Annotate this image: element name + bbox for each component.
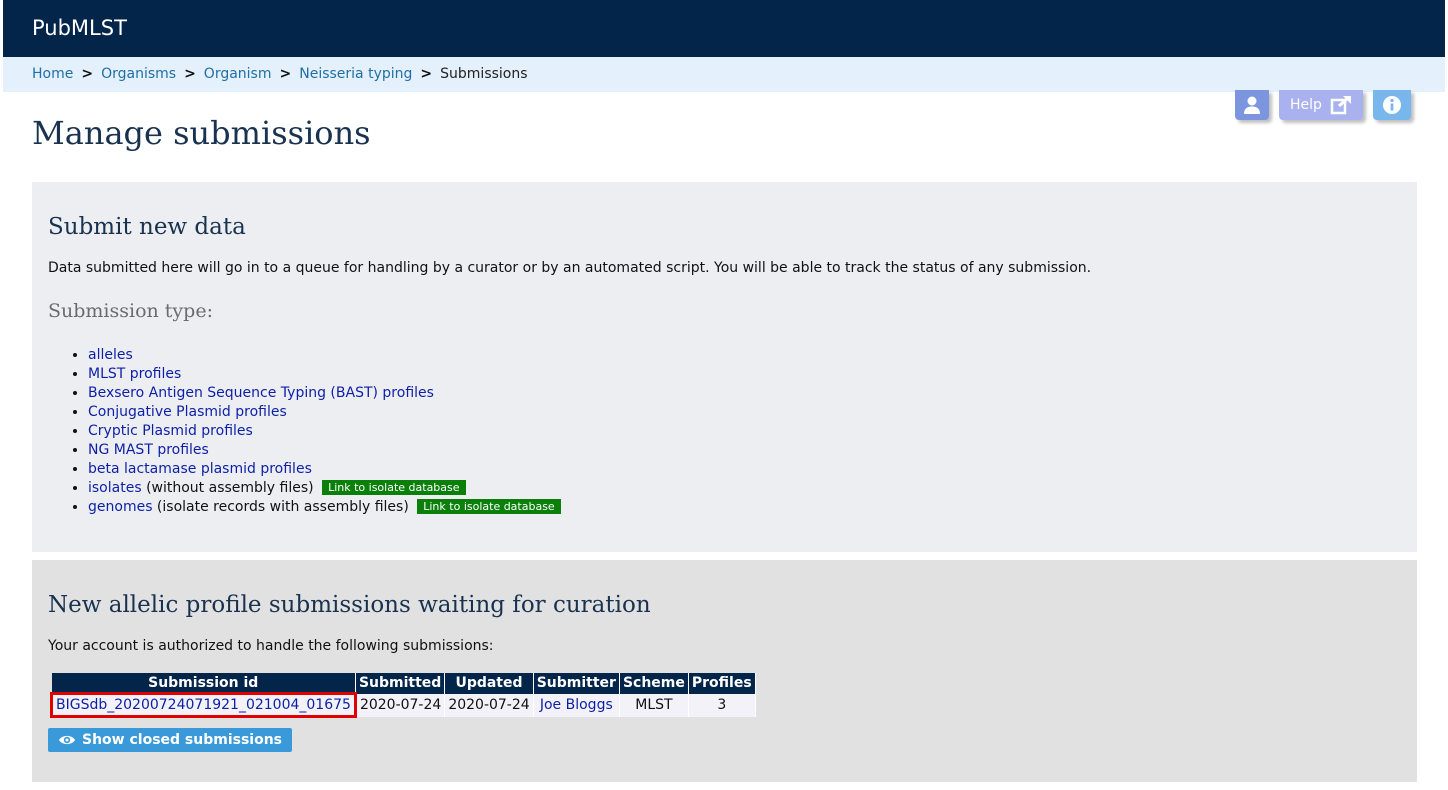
type-note: (isolate records with assembly files) <box>152 499 409 515</box>
type-link-conjugative[interactable]: Conjugative Plasmid profiles <box>88 404 287 420</box>
list-item: Bexsero Antigen Sequence Typing (BAST) p… <box>88 384 561 403</box>
updated-cell: 2020-07-24 <box>444 693 534 717</box>
column-header: Submission id <box>51 673 356 694</box>
pending-submissions-panel: New allelic profile submissions waiting … <box>32 560 1417 782</box>
external-link-icon <box>1330 95 1351 115</box>
submission-id-link[interactable]: BIGSdb_20200724071921_021004_01675 <box>56 697 351 713</box>
toolbar: Help <box>1235 90 1411 120</box>
account-button[interactable] <box>1235 90 1269 120</box>
column-header: Submitted <box>355 673 446 694</box>
breadcrumb: Home > Organisms > Organism > Neisseria typing… <box>3 57 1445 92</box>
scheme-cell: MLST <box>619 693 689 717</box>
submissions-table: Submission id Submitted Updated Submitte… <box>50 673 756 718</box>
type-link-cryptic[interactable]: Cryptic Plasmid profiles <box>88 423 253 439</box>
submitted-cell: 2020-07-24 <box>355 693 446 717</box>
info-icon <box>1383 96 1401 114</box>
submission-type-heading: Submission type: <box>48 300 213 322</box>
help-button[interactable]: Help <box>1279 90 1363 120</box>
submitter-cell: Joe Bloggs <box>533 693 620 717</box>
site-header: PubMLST <box>3 0 1445 57</box>
type-link-ngmast[interactable]: NG MAST profiles <box>88 442 209 458</box>
column-header: Updated <box>444 673 534 694</box>
list-item: Conjugative Plasmid profiles <box>88 403 561 422</box>
pending-description: Your account is authorized to handle the… <box>48 638 494 654</box>
type-link-bast[interactable]: Bexsero Antigen Sequence Typing (BAST) p… <box>88 385 434 401</box>
breadcrumb-separator: > <box>81 66 94 82</box>
page-title: Manage submissions <box>32 114 371 152</box>
submit-new-data-panel: Submit new data Data submitted here will… <box>32 182 1417 552</box>
column-header: Profiles <box>688 673 756 694</box>
column-header: Submitter <box>533 673 620 694</box>
list-item: alleles <box>88 346 561 365</box>
type-link-beta-lactamase[interactable]: beta lactamase plasmid profiles <box>88 461 312 477</box>
submitter-link[interactable]: Joe Bloggs <box>540 697 613 713</box>
column-header: Scheme <box>619 673 689 694</box>
type-link-alleles[interactable]: alleles <box>88 347 133 363</box>
pending-heading: New allelic profile submissions waiting … <box>48 592 651 618</box>
table-header-row: Submission id Submitted Updated Submitte… <box>51 673 756 694</box>
site-title[interactable]: PubMLST <box>32 16 127 40</box>
submit-description: Data submitted here will go in to a queu… <box>48 260 1092 276</box>
submission-type-list: alleles MLST profiles Bexsero Antigen Se… <box>48 346 561 517</box>
list-item: beta lactamase plasmid profiles <box>88 460 561 479</box>
user-icon <box>1244 96 1260 114</box>
type-note: (without assembly files) <box>141 480 314 496</box>
info-button[interactable] <box>1373 90 1411 120</box>
isolate-db-link[interactable]: Link to isolate database <box>322 480 466 495</box>
breadcrumb-separator: > <box>420 66 433 82</box>
breadcrumb-organisms[interactable]: Organisms <box>101 66 176 82</box>
breadcrumb-current: Submissions <box>440 66 528 82</box>
type-link-mlst[interactable]: MLST profiles <box>88 366 181 382</box>
table-row: BIGSdb_20200724071921_021004_01675 2020-… <box>50 692 756 718</box>
breadcrumb-separator: > <box>279 66 292 82</box>
eye-icon <box>59 735 75 745</box>
help-label: Help <box>1290 97 1322 113</box>
submit-heading: Submit new data <box>48 214 246 240</box>
breadcrumb-home[interactable]: Home <box>32 66 73 82</box>
list-item: MLST profiles <box>88 365 561 384</box>
list-item: Cryptic Plasmid profiles <box>88 422 561 441</box>
breadcrumb-organism[interactable]: Organism <box>204 66 272 82</box>
breadcrumb-neisseria-typing[interactable]: Neisseria typing <box>299 66 412 82</box>
isolate-db-link[interactable]: Link to isolate database <box>417 499 561 514</box>
type-link-genomes[interactable]: genomes <box>88 499 152 515</box>
show-closed-label: Show closed submissions <box>82 732 283 748</box>
list-item: genomes (isolate records with assembly f… <box>88 498 561 517</box>
show-closed-submissions-button[interactable]: Show closed submissions <box>48 728 293 752</box>
submission-id-cell: BIGSdb_20200724071921_021004_01675 <box>50 692 357 718</box>
list-item: isolates (without assembly files) Link t… <box>88 479 561 498</box>
breadcrumb-separator: > <box>184 66 196 82</box>
type-link-isolates[interactable]: isolates <box>88 480 142 496</box>
list-item: NG MAST profiles <box>88 441 561 460</box>
profiles-cell: 3 <box>688 693 756 717</box>
